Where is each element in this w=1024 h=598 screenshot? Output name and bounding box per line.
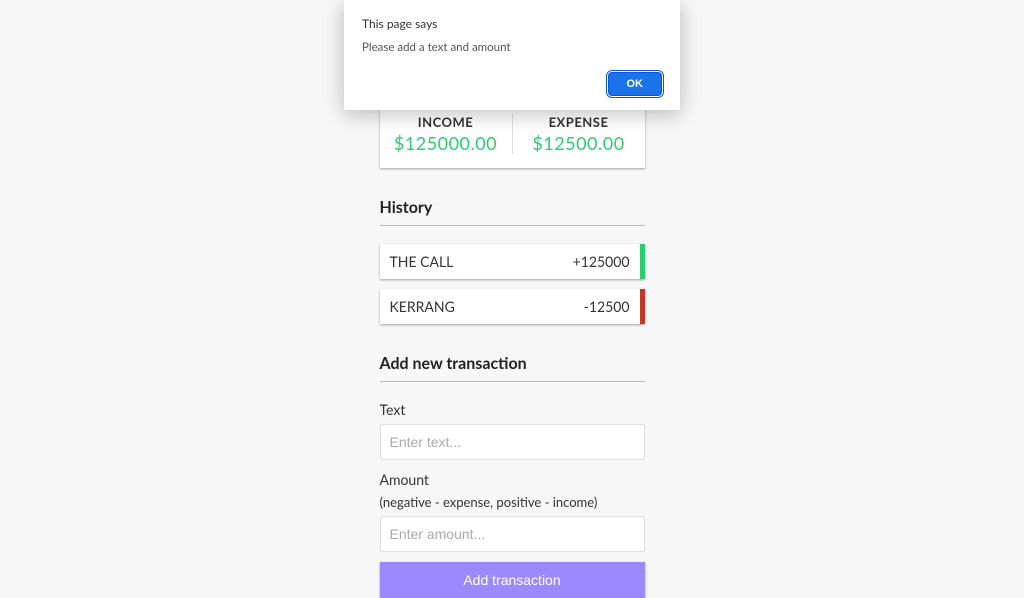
history-list: THE CALL +125000 KERRANG -12500: [380, 244, 645, 324]
transaction-text: KERRANG: [390, 298, 455, 315]
text-input[interactable]: [380, 424, 645, 460]
alert-title: This page says: [362, 16, 662, 31]
form-heading: Add new transaction: [380, 354, 645, 382]
add-transaction-button[interactable]: Add transaction: [380, 562, 645, 598]
transaction-text: THE CALL: [390, 253, 454, 270]
income-value: $125000.00: [380, 132, 512, 154]
amount-field-group: Amount (negative - expense, positive - i…: [380, 470, 645, 552]
alert-actions: OK: [362, 72, 662, 96]
income-expense-card: INCOME $125000.00 EXPENSE $12500.00: [380, 100, 645, 168]
income-label: INCOME: [380, 114, 512, 130]
text-field-group: Text: [380, 400, 645, 460]
expense-value: $12500.00: [513, 132, 645, 154]
income-block: INCOME $125000.00: [380, 114, 513, 154]
transaction-amount: -12500: [584, 298, 630, 315]
amount-input[interactable]: [380, 516, 645, 552]
amount-hint: (negative - expense, positive - income): [380, 494, 645, 510]
history-heading: History: [380, 198, 645, 226]
text-label: Text: [380, 401, 406, 418]
alert-dialog: This page says Please add a text and amo…: [344, 0, 680, 110]
alert-ok-button[interactable]: OK: [608, 72, 663, 96]
expense-block: EXPENSE $12500.00: [513, 114, 645, 154]
list-item[interactable]: KERRANG -12500: [380, 289, 645, 324]
expense-label: EXPENSE: [513, 114, 645, 130]
amount-label: Amount: [380, 471, 429, 488]
transaction-amount: +125000: [573, 253, 630, 270]
alert-message: Please add a text and amount: [362, 41, 662, 54]
list-item[interactable]: THE CALL +125000: [380, 244, 645, 279]
